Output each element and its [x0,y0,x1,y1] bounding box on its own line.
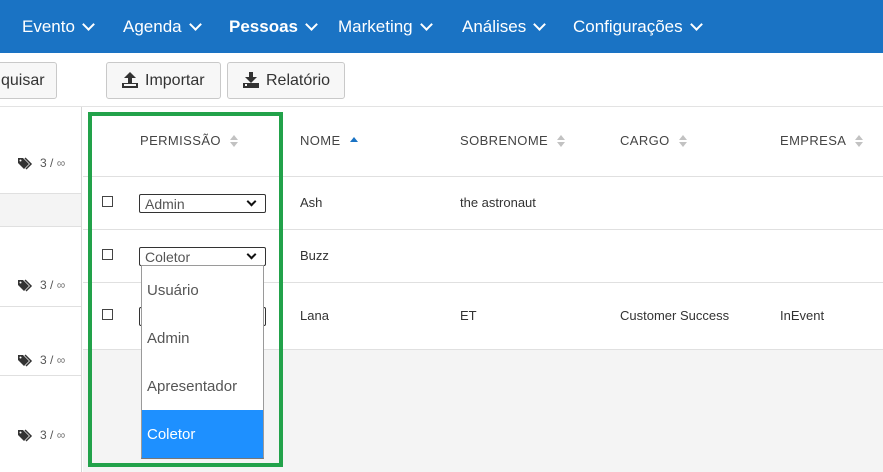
column-header-permissao[interactable]: PERMISSÃO [140,133,238,148]
nav-item-marketing[interactable]: Marketing [338,0,433,53]
tags-icon [18,353,33,367]
column-header-nome[interactable]: NOME [300,133,358,148]
tag-limit: ∞ [56,278,66,292]
chevron-down-icon [689,17,703,31]
table-row[interactable]: Admin Ash the astronaut [83,177,883,230]
chevron-down-icon [305,17,318,31]
tag-separator: / [50,278,54,292]
sort-icon [557,134,566,147]
nav-item-analises[interactable]: Análises [462,0,547,53]
row-checkbox[interactable] [102,309,113,320]
table-header: PERMISSÃO NOME SOBRENOME CARGO EMPRESA [83,107,883,177]
chevron-down-icon [419,17,433,31]
left-panel: 3 / ∞ 3 / ∞ 3 / ∞ 3 / ∞ [0,107,82,472]
cell-empresa: InEvent [780,308,825,323]
column-header-cargo[interactable]: CARGO [620,133,687,148]
tag-limit: ∞ [56,428,66,442]
nav-item-configuracoes[interactable]: Configurações [573,0,703,53]
cell-sobrenome: the astronaut [460,195,536,210]
permission-select-value: Admin [145,195,185,212]
column-header-sobrenome[interactable]: SOBRENOME [460,133,566,148]
nav-item-agenda[interactable]: Agenda [123,0,202,53]
chevron-down-icon [246,196,257,207]
dropdown-option-admin[interactable]: Admin [142,314,263,362]
tag-counter: 3 / ∞ [18,353,65,367]
permission-select-value: Coletor [145,248,191,265]
nav-item-evento[interactable]: Evento [22,0,95,53]
tag-count: 3 [40,353,47,367]
upload-icon [122,72,138,88]
chevron-down-icon [188,17,202,31]
report-button-label: Relatório [266,71,331,89]
dropdown-option-coletor[interactable]: Coletor [142,410,263,458]
list-item[interactable]: 3 / ∞ [0,107,81,194]
cell-sobrenome: ET [460,308,477,323]
cell-cargo: Customer Success [620,308,730,323]
tags-icon [18,278,33,292]
tag-separator: / [50,428,54,442]
list-item[interactable]: 3 / ∞ [0,307,81,376]
column-header-label: CARGO [620,133,670,148]
list-item[interactable]: 3 / ∞ [0,376,81,472]
import-button-label: Importar [145,71,205,89]
nav-item-label: Evento [22,16,75,36]
chevron-down-icon [246,249,257,260]
import-button[interactable]: Importar [106,62,221,99]
list-item[interactable]: 3 / ∞ [0,227,81,307]
cell-nome: Ash [300,195,323,210]
sort-icon [678,134,687,147]
tag-limit: ∞ [56,156,66,170]
toolbar: quisar Importar Relatório [0,53,883,107]
nav-item-label: Agenda [123,16,182,36]
permission-dropdown-list[interactable]: Usuário Admin Apresentador Coletor [141,265,264,459]
column-header-label: SOBRENOME [460,133,549,148]
nav-item-label: Análises [462,16,527,36]
cell-nome: Buzz [300,248,329,263]
tag-count: 3 [40,428,47,442]
nav-item-label: Marketing [338,16,413,36]
column-header-empresa[interactable]: EMPRESA [780,133,864,148]
tags-icon [18,156,33,170]
tag-count: 3 [40,156,47,170]
column-header-label: PERMISSÃO [140,133,221,148]
permission-select[interactable]: Coletor [139,247,266,266]
dropdown-option-apresentador[interactable]: Apresentador [142,362,263,410]
download-icon [243,72,259,88]
report-button[interactable]: Relatório [227,62,345,99]
nav-item-pessoas[interactable]: Pessoas [229,0,318,53]
column-header-label: EMPRESA [780,133,847,148]
tags-icon [18,428,33,442]
tag-count: 3 [40,278,47,292]
row-checkbox[interactable] [102,196,113,207]
row-checkbox[interactable] [102,249,113,260]
permission-select[interactable]: Admin [139,194,266,213]
chevron-down-icon [82,17,95,31]
search-button[interactable]: quisar [0,62,57,99]
chevron-down-icon [533,17,547,31]
nav-item-label: Pessoas [229,16,298,36]
tag-separator: / [50,156,54,170]
dropdown-option-usuario[interactable]: Usuário [142,266,263,314]
top-navigation-bar: Evento Agenda Pessoas Marketing Análises… [0,0,883,53]
sort-icon [229,134,238,147]
search-button-label: quisar [1,71,45,89]
tag-counter: 3 / ∞ [18,278,65,292]
column-header-label: NOME [300,133,341,148]
sort-ascending-icon [349,137,358,144]
tag-separator: / [50,353,54,367]
cell-nome: Lana [300,308,329,323]
tag-counter: 3 / ∞ [18,428,65,442]
sort-icon [855,134,864,147]
tag-counter: 3 / ∞ [18,156,65,170]
nav-item-label: Configurações [573,16,683,36]
tag-limit: ∞ [56,353,66,367]
list-item [0,194,81,227]
panel-divider [81,107,82,472]
